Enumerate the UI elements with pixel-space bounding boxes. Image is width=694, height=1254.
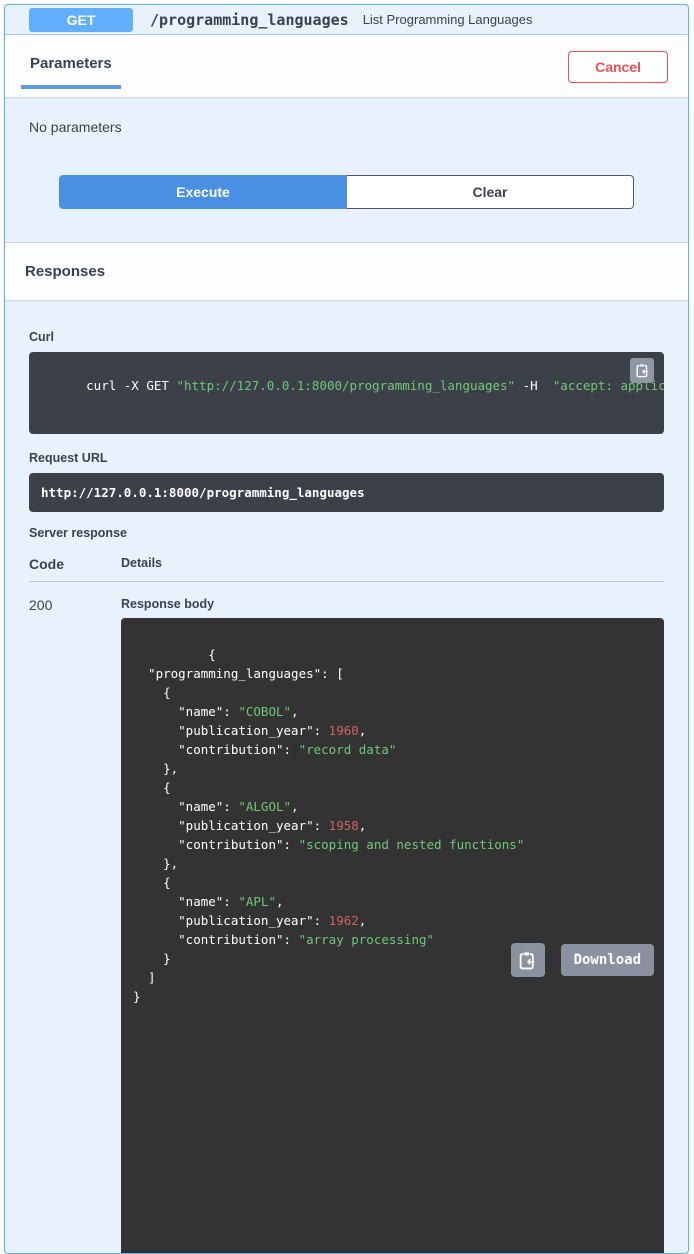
execute-button-group: Execute Clear [59, 175, 634, 242]
clear-button[interactable]: Clear [347, 175, 634, 209]
curl-label: Curl [29, 330, 664, 344]
response-body-label: Response body [121, 597, 664, 611]
execute-button[interactable]: Execute [59, 175, 347, 209]
no-parameters-text: No parameters [29, 119, 664, 135]
parameters-section-header: Parameters Cancel [5, 35, 688, 97]
server-response-label: Server response [29, 526, 664, 540]
responses-content: Curl curl -X GET "http://127.0.0.1:8000/… [5, 300, 688, 1254]
tab-parameters[interactable]: Parameters [21, 55, 121, 89]
operation-summary-row[interactable]: GET /programming_languages List Programm… [5, 5, 688, 35]
clipboard-copy-icon [519, 951, 536, 970]
details-column-header: Details [121, 556, 162, 572]
request-url-label: Request URL [29, 451, 664, 465]
operation-description: List Programming Languages [363, 12, 533, 27]
status-code: 200 [29, 597, 121, 1254]
response-body-json: { "programming_languages": [ { "name": "… [133, 647, 524, 1004]
cancel-button[interactable]: Cancel [568, 51, 668, 83]
parameters-body: No parameters Execute Clear [5, 97, 688, 242]
copy-curl-button[interactable] [630, 358, 654, 383]
code-column-header: Code [29, 556, 121, 572]
http-method-badge: GET [29, 8, 133, 32]
opblock-get: GET /programming_languages List Programm… [4, 4, 689, 1254]
curl-command-block: curl -X GET "http://127.0.0.1:8000/progr… [29, 352, 664, 434]
response-body-actions: Download [511, 943, 654, 977]
response-row: 200 Response body { "programming_languag… [29, 582, 664, 1254]
curl-command-text: curl -X GET "http://127.0.0.1:8000/progr… [86, 378, 664, 393]
response-table-header: Code Details [29, 556, 664, 582]
response-body-block: { "programming_languages": [ { "name": "… [121, 618, 664, 1254]
responses-section-header: Responses [5, 242, 688, 300]
request-url-value: http://127.0.0.1:8000/programming_langua… [29, 473, 664, 512]
download-button[interactable]: Download [561, 944, 654, 976]
operation-path: /programming_languages [150, 11, 349, 29]
copy-response-button[interactable] [511, 943, 545, 977]
response-details-cell: Response body { "programming_languages":… [121, 597, 664, 1254]
clipboard-copy-icon [636, 363, 649, 378]
